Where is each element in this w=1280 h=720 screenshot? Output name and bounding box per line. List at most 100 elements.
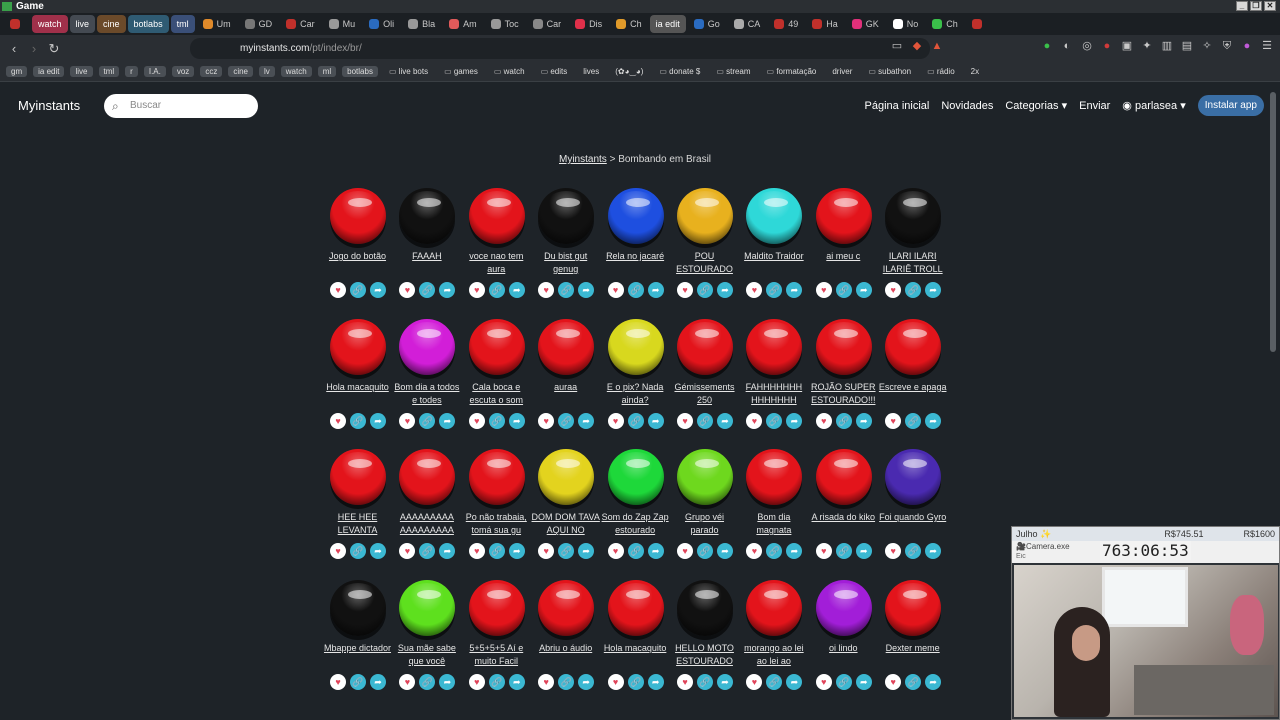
bookmark-item[interactable]: botlabs: [342, 66, 378, 77]
copy-link-icon[interactable]: 🔗: [627, 282, 644, 298]
instant-title-link[interactable]: 5+5+5+5 Aí e muito Facil: [462, 642, 531, 668]
sound-play-button[interactable]: [607, 449, 664, 505]
browser-tab[interactable]: Go: [688, 15, 726, 33]
extension-icon[interactable]: ▣: [1120, 39, 1134, 53]
instant-title-link[interactable]: Abriu o áudio: [531, 642, 600, 655]
share-icon[interactable]: ➦: [578, 543, 595, 559]
browser-tab[interactable]: Mu: [323, 15, 362, 33]
instant-title-link[interactable]: Mbappe dictador: [323, 642, 392, 655]
sound-play-button[interactable]: [538, 579, 595, 636]
copy-link-icon[interactable]: 🔗: [419, 543, 436, 559]
instant-title-link[interactable]: HELLO MOTO ESTOURADO: [670, 642, 739, 668]
instant-title-link[interactable]: DOM DOM TAVA AQUI NO: [531, 511, 600, 537]
bookmark-item[interactable]: r: [125, 66, 138, 77]
favorite-heart-icon[interactable]: ♥: [399, 282, 416, 298]
browser-tab[interactable]: ia edit: [649, 15, 686, 33]
nav-categories[interactable]: Categorias ▾: [1005, 99, 1067, 112]
instant-title-link[interactable]: Grupo véi parado: [670, 511, 739, 537]
browser-tab[interactable]: Um: [197, 15, 237, 33]
sound-play-button[interactable]: [538, 449, 595, 505]
bookmark-item[interactable]: I.A.: [143, 66, 166, 77]
sound-play-button[interactable]: [815, 579, 872, 636]
share-icon[interactable]: ➦: [717, 543, 733, 559]
copy-link-icon[interactable]: 🔗: [905, 412, 922, 429]
bookmark-item[interactable]: lv: [259, 66, 275, 77]
favorite-heart-icon[interactable]: ♥: [468, 543, 485, 559]
copy-link-icon[interactable]: 🔗: [835, 543, 852, 559]
favorite-heart-icon[interactable]: ♥: [815, 673, 832, 690]
copy-link-icon[interactable]: 🔗: [697, 543, 713, 559]
instant-title-link[interactable]: E o pix? Nada ainda?: [601, 381, 670, 407]
share-icon[interactable]: ➦: [508, 412, 525, 429]
share-icon[interactable]: ➦: [508, 673, 525, 690]
sound-play-button[interactable]: [538, 188, 595, 244]
browser-tab[interactable]: tml: [170, 15, 195, 33]
bookmark-item[interactable]: watch: [280, 66, 312, 77]
cast-icon[interactable]: ▭: [890, 39, 904, 53]
browser-tab[interactable]: Car: [280, 15, 321, 33]
bookmark-folder[interactable]: donate $: [654, 66, 705, 77]
share-icon[interactable]: ➦: [925, 412, 942, 429]
copy-link-icon[interactable]: 🔗: [558, 673, 575, 690]
copy-link-icon[interactable]: 🔗: [766, 282, 783, 298]
instant-title-link[interactable]: Hola macaquito: [323, 381, 392, 394]
user-menu[interactable]: ◉ parlasea ▾: [1122, 99, 1185, 112]
copy-link-icon[interactable]: 🔗: [835, 412, 852, 429]
instant-title-link[interactable]: Rela no jacaré: [601, 250, 670, 263]
sound-play-button[interactable]: [468, 579, 525, 636]
copy-link-icon[interactable]: 🔗: [419, 673, 436, 690]
browser-tab[interactable]: GD: [239, 15, 279, 33]
rewards-icon[interactable]: ▲: [930, 39, 944, 53]
favorite-heart-icon[interactable]: ♥: [885, 543, 902, 559]
favorite-heart-icon[interactable]: ♥: [815, 282, 832, 298]
favorite-heart-icon[interactable]: ♥: [468, 412, 485, 429]
copy-link-icon[interactable]: 🔗: [766, 673, 783, 690]
sound-play-button[interactable]: [399, 188, 456, 244]
share-icon[interactable]: ➦: [439, 282, 456, 298]
share-icon[interactable]: ➦: [508, 282, 525, 298]
favorite-heart-icon[interactable]: ♥: [885, 412, 902, 429]
instant-title-link[interactable]: HEE HEE LEVANTA: [323, 511, 392, 537]
copy-link-icon[interactable]: 🔗: [558, 412, 575, 429]
sound-play-button[interactable]: [468, 188, 525, 244]
browser-tab[interactable]: botlabs: [127, 15, 169, 33]
favorite-heart-icon[interactable]: ♥: [330, 673, 346, 690]
browser-tab[interactable]: 49: [768, 15, 804, 33]
copy-link-icon[interactable]: 🔗: [766, 412, 783, 429]
favorite-heart-icon[interactable]: ♥: [468, 282, 485, 298]
instant-title-link[interactable]: Sua mãe sabe que você: [392, 642, 461, 668]
sound-play-button[interactable]: [330, 579, 386, 636]
favorite-heart-icon[interactable]: ♥: [538, 412, 555, 429]
share-icon[interactable]: ➦: [439, 543, 456, 559]
share-icon[interactable]: ➦: [786, 673, 803, 690]
browser-tab[interactable]: Ch: [926, 15, 964, 33]
favorite-heart-icon[interactable]: ♥: [885, 282, 902, 298]
sound-play-button[interactable]: [746, 579, 803, 636]
favorite-heart-icon[interactable]: ♥: [746, 543, 763, 559]
favorite-heart-icon[interactable]: ♥: [746, 673, 763, 690]
instant-title-link[interactable]: Escreve e apaga: [878, 381, 947, 394]
browser-tab[interactable]: cine: [97, 15, 126, 33]
sound-play-button[interactable]: [399, 318, 456, 375]
nav-home[interactable]: Página inicial: [865, 100, 930, 112]
share-icon[interactable]: ➦: [855, 282, 872, 298]
bookmark-folder[interactable]: watch: [489, 66, 530, 77]
instant-title-link[interactable]: Jogo do botão: [323, 250, 392, 263]
bookmark-folder[interactable]: edits: [536, 66, 573, 77]
browser-tab[interactable]: [966, 15, 992, 33]
bookmark-item[interactable]: ml: [317, 66, 337, 77]
share-icon[interactable]: ➦: [647, 412, 664, 429]
favorite-heart-icon[interactable]: ♥: [746, 412, 763, 429]
browser-tab[interactable]: Ch: [610, 15, 648, 33]
copy-link-icon[interactable]: 🔗: [350, 673, 366, 690]
instant-title-link[interactable]: Po não trabaia, tomá sua gu: [462, 511, 531, 537]
instant-title-link[interactable]: Hola macaquito: [601, 642, 670, 655]
copy-link-icon[interactable]: 🔗: [905, 673, 922, 690]
share-icon[interactable]: ➦: [925, 543, 942, 559]
vpn-icon[interactable]: ⛨: [1220, 39, 1234, 53]
share-icon[interactable]: ➦: [370, 412, 386, 429]
address-bar[interactable]: myinstants.com/pt/index/br/: [190, 38, 930, 59]
share-icon[interactable]: ➦: [786, 282, 803, 298]
bookmark-item[interactable]: voz: [171, 66, 195, 77]
bookmark-folder[interactable]: stream: [711, 66, 755, 77]
